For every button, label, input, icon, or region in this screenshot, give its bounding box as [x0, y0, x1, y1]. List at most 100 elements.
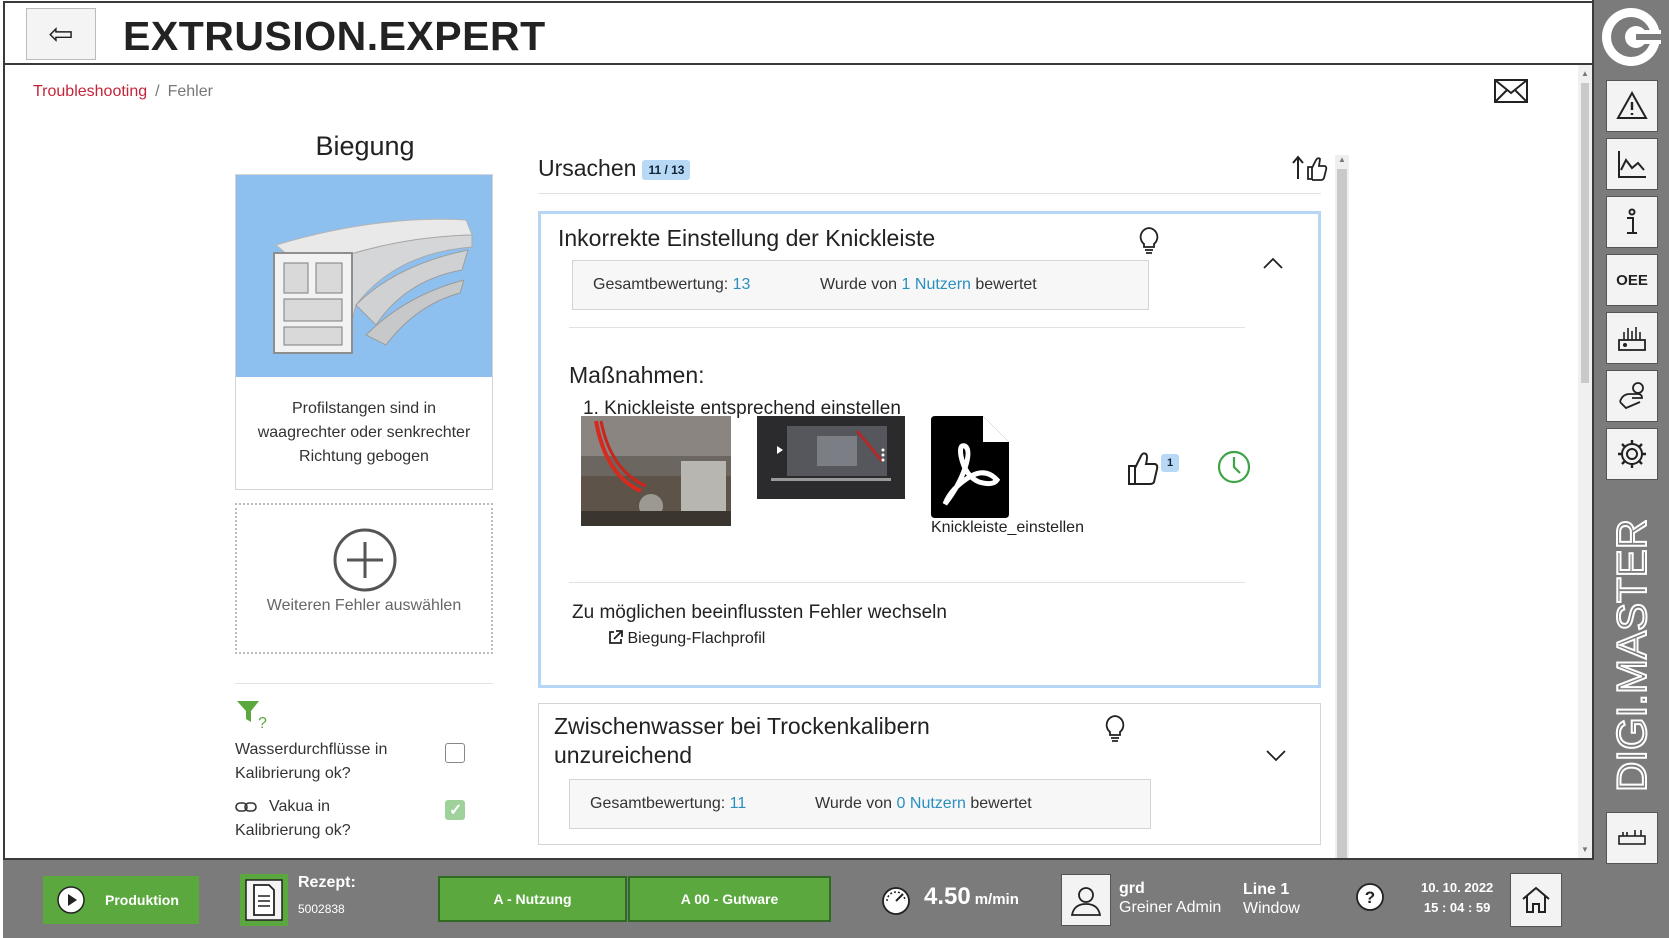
svg-text:?: ? — [1365, 888, 1375, 907]
checkbox-water[interactable] — [445, 743, 465, 763]
scroll-up-arrow-icon[interactable]: ▲ — [1581, 69, 1589, 78]
svg-text:DIGI.MASTER: DIGI.MASTER — [1608, 520, 1655, 792]
chevron-down-icon[interactable] — [1265, 749, 1287, 763]
right-sidebar: OEE DIGI.MASTER — [1592, 0, 1669, 938]
oee-button[interactable]: OEE — [1606, 254, 1658, 306]
divider — [569, 327, 1245, 328]
breadcrumb-troubleshooting[interactable]: Troubleshooting — [33, 83, 147, 100]
back-button[interactable]: ⇦ — [26, 8, 96, 60]
oee-icon: OEE — [1616, 271, 1648, 289]
measure-video-thumbnail[interactable] — [757, 416, 905, 499]
help-icon[interactable]: ? — [1355, 882, 1385, 912]
thumbs-up-icon[interactable] — [1127, 452, 1159, 486]
breadcrumb-separator: / — [155, 83, 160, 100]
recipe-value: 5002838 — [298, 902, 345, 916]
maintenance-button[interactable] — [1606, 370, 1658, 422]
main-scrollbar[interactable]: ▲ ▼ — [1578, 65, 1592, 858]
causes-scrollbar[interactable]: ▲ — [1335, 155, 1349, 860]
production-mode-button[interactable]: Produktion — [43, 876, 199, 924]
info-icon — [1627, 208, 1637, 234]
link-icon — [235, 802, 257, 812]
measures-title: Maßnahmen: — [569, 362, 705, 388]
breadcrumb: Troubleshooting / Fehler — [33, 83, 213, 101]
checkbox-vacuum[interactable] — [445, 799, 465, 823]
app-frame: ⇦ EXTRUSION.EXPERT Troubleshooting / Fehle… — [3, 1, 1594, 936]
breadcrumb-current: Fehler — [167, 83, 213, 100]
check-label: Wasserdurchflüsse in Kalibrierung ok? — [235, 741, 388, 782]
pdf-file-name[interactable]: Knickleiste_einstellen — [931, 519, 1084, 537]
line-overview-button[interactable] — [1606, 812, 1658, 864]
line-overview-icon — [1618, 830, 1646, 845]
lightbulb-icon[interactable] — [1103, 714, 1127, 742]
recipe-label: Rezept: — [298, 874, 356, 891]
date: 10. 10. 2022 — [1421, 880, 1494, 895]
likes-count-badge: 1 — [1161, 454, 1180, 472]
maintenance-icon — [1619, 382, 1644, 410]
clock-icon[interactable] — [1217, 450, 1251, 484]
line-window: Window — [1243, 900, 1300, 917]
sort-by-rating-icon[interactable] — [1290, 153, 1330, 183]
cause-rating-box: Gesamtbewertung: 13 Wurde von 1 Nutzern … — [572, 260, 1149, 310]
chart-button[interactable] — [1606, 138, 1658, 190]
lightbulb-icon[interactable] — [1137, 226, 1161, 254]
line-name: Line 1 — [1243, 881, 1290, 898]
error-description: Profilstangen sind in waagrechter oder s… — [257, 400, 471, 465]
profile-bending-image — [236, 175, 492, 377]
add-error-label: Weiteren Fehler auswählen — [266, 597, 462, 614]
rating-users: Wurde von 1 Nutzern bewertet — [820, 276, 1037, 293]
info-button[interactable] — [1606, 196, 1658, 248]
causes-scroll-thumb[interactable] — [1337, 169, 1347, 859]
causes-header: Ursachen 11 / 13 — [538, 155, 691, 182]
causes-divider — [538, 193, 1321, 194]
machine-icon — [1618, 327, 1646, 351]
play-icon — [57, 886, 85, 914]
related-error-link[interactable]: Biegung-Flachprofil — [608, 630, 765, 648]
user-button[interactable] — [1061, 874, 1111, 926]
quality-button[interactable]: A 00 - Gutware — [628, 876, 831, 922]
filter-question-icon: ? — [237, 701, 267, 730]
add-circle-icon — [333, 528, 397, 592]
scroll-down-arrow-icon[interactable]: ▼ — [1581, 845, 1589, 854]
user-role: Greiner Admin — [1119, 899, 1222, 916]
divider — [569, 582, 1245, 583]
user-icon — [1070, 887, 1102, 916]
causes-title: Ursachen — [538, 155, 637, 181]
home-icon — [1522, 886, 1550, 913]
datetime: 10. 10. 2022 15 : 04 : 59 — [1421, 878, 1493, 918]
greiner-logo[interactable] — [1600, 6, 1662, 68]
add-error-card[interactable]: Weiteren Fehler auswählen — [235, 503, 493, 654]
recipe-button[interactable] — [240, 874, 288, 926]
machine-button[interactable] — [1606, 312, 1658, 364]
status-footer: Produktion Rezept: 5002838 A - Nutzung A… — [3, 858, 1594, 938]
usage-button[interactable]: A - Nutzung — [438, 876, 627, 922]
production-mode-label: Produktion — [105, 892, 179, 908]
user-name: grd — [1119, 880, 1145, 897]
error-card[interactable]: Profilstangen sind in waagrechter oder s… — [235, 174, 493, 490]
settings-button[interactable] — [1606, 428, 1658, 480]
cause-card-collapsed[interactable]: Zwischenwasser bei Trockenkalibern unzur… — [538, 703, 1321, 845]
svg-text:?: ? — [258, 715, 267, 730]
app-header: ⇦ EXTRUSION.EXPERT — [5, 3, 1592, 65]
time: 15 : 04 : 59 — [1423, 900, 1491, 915]
causes-count-badge: 11 / 13 — [642, 159, 691, 180]
pdf-file-icon[interactable] — [931, 416, 1009, 518]
home-button[interactable] — [1510, 873, 1562, 927]
causes-scroll-up-icon[interactable]: ▲ — [1338, 155, 1346, 164]
check-label: Vakua in Kalibrierung ok? — [235, 798, 351, 839]
switch-error-text: Zu möglichen beeinflussten Fehler wechse… — [572, 602, 947, 623]
chevron-up-icon[interactable] — [1262, 256, 1284, 270]
alerts-button[interactable] — [1606, 80, 1658, 132]
cause-rating-box: Gesamtbewertung: 11 Wurde von 0 Nutzern … — [569, 779, 1151, 829]
rating-total: Gesamtbewertung: 11 — [590, 795, 747, 812]
divider — [235, 683, 493, 684]
app-title: EXTRUSION.EXPERT — [123, 13, 546, 59]
mail-icon[interactable] — [1493, 77, 1529, 105]
speedometer-icon — [882, 887, 910, 915]
rating-users: Wurde von 0 Nutzern bewertet — [815, 795, 1032, 812]
cause-card-expanded[interactable]: Inkorrekte Einstellung der Knickleiste G… — [538, 211, 1321, 688]
main-scroll-thumb[interactable] — [1581, 83, 1589, 383]
line-speed: 4.50 m/min — [924, 883, 1019, 910]
check-row-vacuum: Vakua in Kalibrierung ok? — [235, 795, 505, 843]
check-row-water: Wasserdurchflüsse in Kalibrierung ok? — [235, 738, 505, 786]
measure-photo-thumbnail[interactable] — [581, 416, 731, 526]
